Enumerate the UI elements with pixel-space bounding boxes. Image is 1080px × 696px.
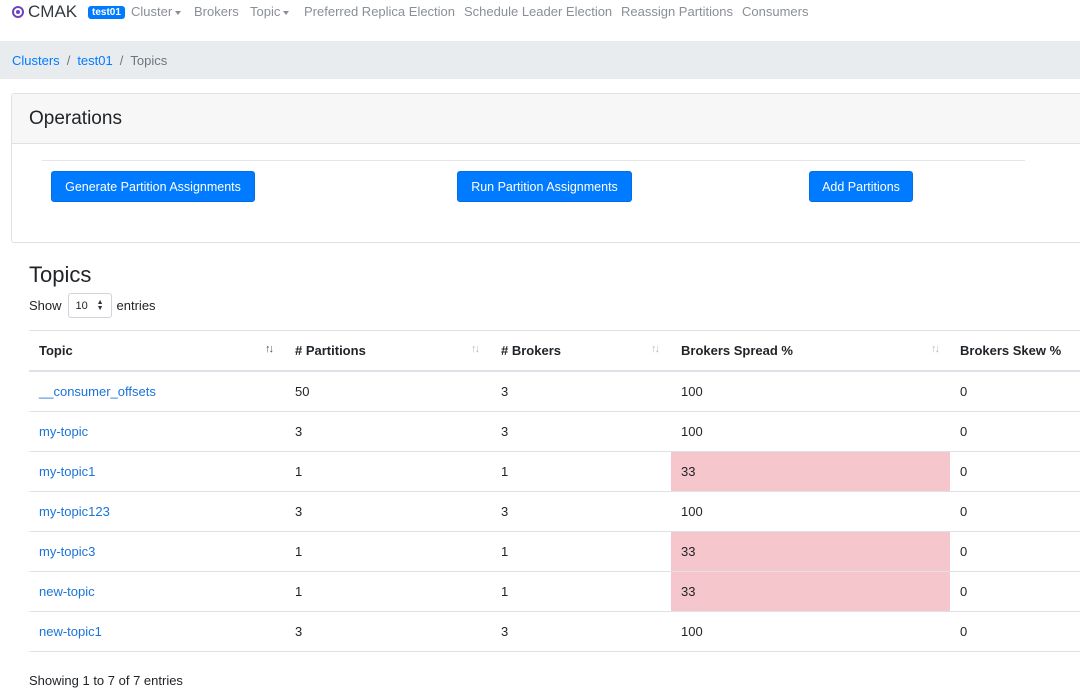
page-length-control: Show 10 ▲ ▼ entries xyxy=(29,293,156,318)
column-header-brokers-skew[interactable]: Brokers Skew % xyxy=(950,331,1080,370)
topic-link[interactable]: new-topic1 xyxy=(29,612,285,651)
table-header-row: Topic ↑↓ # Partitions ↑↓ # Brokers ↑↓ Broke… xyxy=(29,330,1080,372)
partitions-cell: 3 xyxy=(295,624,303,639)
brokers-spread-cell: 100 xyxy=(681,424,703,439)
brokers-skew-cell: 0 xyxy=(960,544,968,559)
partitions-cell: 1 xyxy=(295,544,303,559)
topic-link[interactable]: my-topic xyxy=(29,412,285,451)
generate-partition-assignments-button[interactable]: Generate Partition Assignments xyxy=(51,171,255,202)
brand[interactable]: CMAK xyxy=(12,2,77,22)
divider xyxy=(42,160,1025,161)
entries-label: entries xyxy=(116,298,156,313)
partitions-cell: 50 xyxy=(295,384,310,399)
run-partition-assignments-button[interactable]: Run Partition Assignments xyxy=(457,171,632,202)
nav-topic-label: Topic xyxy=(250,4,281,19)
topic-link[interactable]: my-topic3 xyxy=(29,532,285,571)
add-partitions-button[interactable]: Add Partitions xyxy=(809,171,913,202)
brokers-spread-cell: 100 xyxy=(681,384,703,399)
topics-table: Topic ↑↓ # Partitions ↑↓ # Brokers ↑↓ Broke… xyxy=(29,330,1080,652)
nav-brokers[interactable]: Brokers xyxy=(194,4,239,19)
column-header-label: Brokers Skew % xyxy=(960,343,1062,358)
breadcrumb-clusters[interactable]: Clusters xyxy=(12,53,60,68)
column-header-label: Brokers Spread % xyxy=(681,343,793,358)
breadcrumb: Clusters / test01 / Topics xyxy=(0,41,1080,79)
partitions-cell: 1 xyxy=(295,464,303,479)
sort-icon: ↑↓ xyxy=(931,343,940,355)
sort-asc-icon: ↑↓ xyxy=(265,343,274,355)
brokers-spread-cell: 33 xyxy=(671,572,950,611)
partitions-cell: 1 xyxy=(295,584,303,599)
table-row: my-topic1 1 1 33 0 xyxy=(29,452,1080,492)
brokers-skew-cell: 0 xyxy=(960,424,968,439)
operations-card: Operations Generate Partition Assignment… xyxy=(11,93,1080,243)
nav-preferred-replica-election[interactable]: Preferred Replica Election xyxy=(304,4,455,19)
brand-name: CMAK xyxy=(28,2,78,21)
table-row: __consumer_offsets 50 3 100 0 xyxy=(29,372,1080,412)
sort-icon: ↑↓ xyxy=(471,343,480,355)
brokers-skew-cell: 0 xyxy=(960,464,968,479)
show-label: Show xyxy=(29,298,62,313)
table-row: my-topic 3 3 100 0 xyxy=(29,412,1080,452)
brokers-skew-cell: 0 xyxy=(960,584,968,599)
brokers-cell: 1 xyxy=(501,544,509,559)
brokers-spread-cell: 100 xyxy=(681,624,703,639)
page-size-select[interactable]: 10 ▲ ▼ xyxy=(67,293,112,318)
column-header-brokers[interactable]: # Brokers ↑↓ xyxy=(491,331,671,370)
brokers-cell: 1 xyxy=(501,584,509,599)
topic-link[interactable]: __consumer_offsets xyxy=(29,372,285,411)
cmak-logo-icon xyxy=(12,6,24,18)
brokers-cell: 1 xyxy=(501,464,509,479)
partitions-cell: 3 xyxy=(295,504,303,519)
column-header-label: # Brokers xyxy=(501,343,561,358)
brokers-cell: 3 xyxy=(501,504,509,519)
page-size-value: 10 xyxy=(75,299,88,312)
nav-topic-dropdown[interactable]: Topic xyxy=(250,4,290,19)
top-navbar: CMAK test01 Cluster Brokers Topic Prefer… xyxy=(0,0,1080,24)
brokers-spread-cell: 100 xyxy=(681,504,703,519)
column-header-partitions[interactable]: # Partitions ↑↓ xyxy=(285,331,491,370)
topic-link[interactable]: my-topic1 xyxy=(29,452,285,491)
brokers-cell: 3 xyxy=(501,384,509,399)
brokers-cell: 3 xyxy=(501,424,509,439)
brokers-skew-cell: 0 xyxy=(960,504,968,519)
column-header-topic[interactable]: Topic ↑↓ xyxy=(29,331,285,370)
table-info: Showing 1 to 7 of 7 entries xyxy=(29,673,183,688)
column-header-label: # Partitions xyxy=(295,343,366,358)
breadcrumb-separator: / xyxy=(66,52,71,68)
partitions-cell: 3 xyxy=(295,424,303,439)
sort-icon: ↑↓ xyxy=(651,343,660,355)
column-header-label: Topic xyxy=(39,343,73,358)
chevron-down-icon xyxy=(175,10,182,15)
table-row: new-topic1 3 3 100 0 xyxy=(29,612,1080,652)
nav-reassign-partitions[interactable]: Reassign Partitions xyxy=(621,4,733,19)
brokers-skew-cell: 0 xyxy=(960,624,968,639)
table-row: my-topic3 1 1 33 0 xyxy=(29,532,1080,572)
operations-title: Operations xyxy=(29,107,122,129)
chevron-down-icon xyxy=(283,10,290,15)
topics-title: Topics xyxy=(29,262,92,287)
nav-cluster-label: Cluster xyxy=(131,4,173,19)
topic-link[interactable]: new-topic xyxy=(29,572,285,611)
breadcrumb-cluster[interactable]: test01 xyxy=(77,53,112,68)
breadcrumb-current: Topics xyxy=(130,52,168,68)
select-arrows-icon: ▲ ▼ xyxy=(96,299,104,312)
brokers-spread-cell: 33 xyxy=(671,532,950,571)
breadcrumb-separator: / xyxy=(119,52,124,68)
table-row: my-topic123 3 3 100 0 xyxy=(29,492,1080,532)
cluster-badge: test01 xyxy=(88,6,125,19)
nav-cluster-dropdown[interactable]: Cluster xyxy=(131,4,182,19)
brokers-cell: 3 xyxy=(501,624,509,639)
table-row: new-topic 1 1 33 0 xyxy=(29,572,1080,612)
column-header-brokers-spread[interactable]: Brokers Spread % ↑↓ xyxy=(671,331,950,370)
table-body: __consumer_offsets 50 3 100 0 my-topic 3 3 100 0 m… xyxy=(29,372,1080,652)
operations-header: Operations xyxy=(12,94,1080,144)
nav-consumers[interactable]: Consumers xyxy=(742,4,808,19)
nav-schedule-leader-election[interactable]: Schedule Leader Election xyxy=(464,4,612,19)
brokers-spread-cell: 33 xyxy=(671,452,950,491)
brokers-skew-cell: 0 xyxy=(960,384,968,399)
topic-link[interactable]: my-topic123 xyxy=(29,492,285,531)
